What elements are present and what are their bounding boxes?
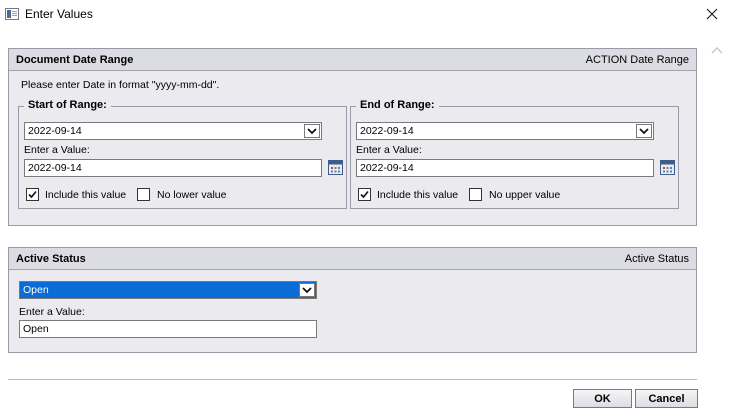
no-upper-value-label: No upper value [489, 189, 561, 201]
end-include-checkbox[interactable] [358, 188, 371, 201]
cancel-button[interactable]: Cancel [635, 389, 698, 408]
status-operator-select[interactable]: Open [19, 281, 317, 299]
vertical-scrollbar[interactable] [705, 29, 729, 418]
calendar-icon [660, 160, 675, 175]
end-date-input[interactable] [356, 159, 654, 177]
no-lower-value-checkbox[interactable] [137, 188, 150, 201]
end-select-arrow[interactable] [636, 124, 652, 138]
start-select-value: 2022-09-14 [28, 125, 82, 137]
chevron-up-icon[interactable] [711, 45, 723, 55]
checkmark-icon [28, 190, 37, 199]
no-upper-value-checkbox[interactable] [469, 188, 482, 201]
date-range-panel: Document Date Range ACTION Date Range Pl… [8, 48, 697, 226]
status-select-arrow[interactable] [299, 283, 315, 297]
end-calendar-button[interactable] [660, 160, 675, 175]
end-select-value: 2022-09-14 [360, 125, 414, 137]
end-range-legend: End of Range: [356, 99, 439, 111]
panel-title: Document Date Range [16, 54, 134, 66]
calendar-icon [328, 160, 343, 175]
app-icon [5, 8, 19, 20]
end-value-label: Enter a Value: [356, 144, 422, 156]
start-range-group: Start of Range: 2022-09-14 Enter a Value… [18, 99, 347, 209]
end-range-group: End of Range: 2022-09-14 Enter a Value: … [350, 99, 679, 209]
status-value-input[interactable] [19, 320, 317, 338]
start-include-label: Include this value [45, 189, 127, 201]
status-select-value: Open [23, 284, 49, 296]
start-operator-select[interactable]: 2022-09-14 [24, 122, 322, 140]
panel-header: Active Status Active Status [9, 248, 696, 270]
close-button[interactable] [702, 4, 722, 24]
start-date-input[interactable] [24, 159, 322, 177]
start-select-arrow[interactable] [304, 124, 320, 138]
checkmark-icon [360, 190, 369, 199]
status-value-label: Enter a Value: [19, 306, 85, 318]
panel-header: Document Date Range ACTION Date Range [9, 49, 696, 71]
close-icon [706, 8, 718, 20]
end-include-label: Include this value [377, 189, 459, 201]
panel-context-label: ACTION Date Range [585, 54, 689, 66]
chevron-down-icon [307, 128, 317, 135]
panel-title: Active Status [16, 253, 86, 265]
ok-button[interactable]: OK [573, 389, 632, 408]
end-operator-select[interactable]: 2022-09-14 [356, 122, 654, 140]
window-title: Enter Values [25, 7, 93, 21]
start-value-label: Enter a Value: [24, 144, 90, 156]
start-include-checkbox[interactable] [26, 188, 39, 201]
no-lower-value-label: No lower value [157, 189, 227, 201]
title-bar: Enter Values [0, 0, 729, 29]
start-calendar-button[interactable] [328, 160, 343, 175]
format-hint: Please enter Date in format "yyyy-mm-dd"… [21, 79, 220, 91]
footer-separator [8, 379, 697, 380]
panel-context-label: Active Status [624, 253, 689, 265]
chevron-down-icon [302, 287, 312, 294]
active-status-panel: Active Status Active Status Open Enter a… [8, 247, 697, 353]
chevron-down-icon [639, 128, 649, 135]
start-range-legend: Start of Range: [24, 99, 111, 111]
